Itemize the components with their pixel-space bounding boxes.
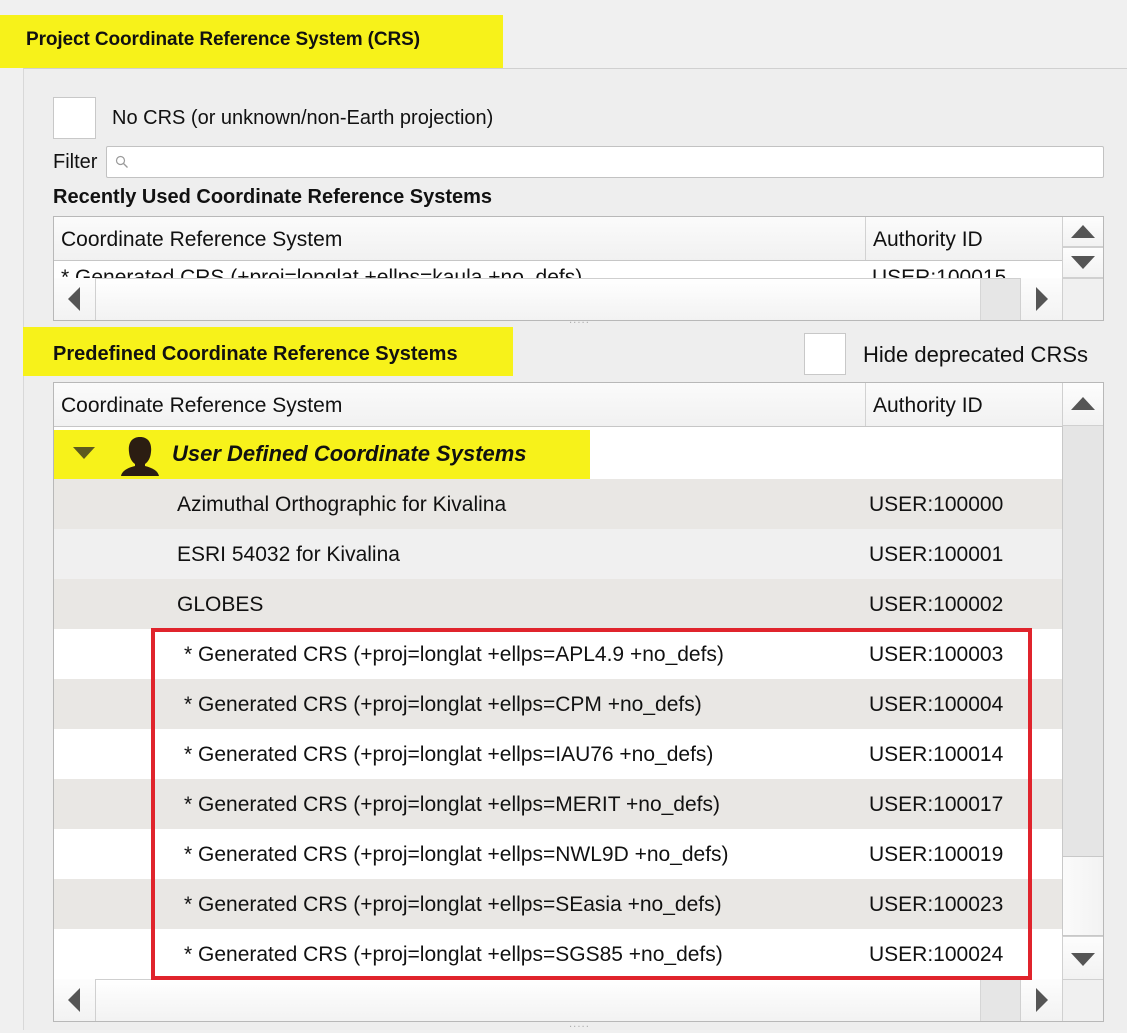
filter-text-field[interactable]	[135, 149, 1099, 177]
group-label: User Defined Coordinate Systems	[172, 441, 527, 466]
scroll-up-button[interactable]	[1062, 217, 1103, 247]
scroll-down-button[interactable]	[1062, 247, 1103, 278]
row-authority-id: USER:100003	[869, 643, 1004, 666]
table-row[interactable]: * Generated CRS (+proj=longlat +ellps=IA…	[54, 729, 1062, 779]
row-authority-id: USER:100014	[869, 743, 1004, 766]
table-row[interactable]: * Generated CRS (+proj=longlat +ellps=SG…	[54, 929, 1062, 979]
row-authority-id: USER:100019	[869, 843, 1004, 866]
predefined-crs-table: Coordinate Reference System Authority ID…	[53, 382, 1104, 1022]
arrow-left-icon	[68, 287, 80, 311]
table-row[interactable]: * Generated CRS (+proj=longlat +ellps=AP…	[54, 629, 1062, 679]
row-crs-name: GLOBES	[177, 593, 264, 616]
hide-deprecated-label: Hide deprecated CRSs	[863, 342, 1089, 367]
row-crs-name: * Generated CRS (+proj=longlat +ellps=SG…	[184, 943, 723, 966]
row-authority-id: USER:100023	[869, 893, 1004, 916]
arrow-right-icon	[1036, 287, 1048, 311]
user-icon	[121, 437, 159, 476]
scrollbar-corner	[1062, 278, 1103, 320]
filter-input[interactable]	[106, 146, 1104, 178]
vertical-scroll-handle[interactable]	[1062, 856, 1103, 936]
row-crs-name: * Generated CRS (+proj=longlat +ellps=CP…	[184, 693, 702, 716]
recent-crs-table: Coordinate Reference System Authority ID…	[53, 216, 1104, 321]
search-icon	[115, 155, 128, 168]
row-authority-id: USER:100000	[869, 493, 1004, 516]
recent-horizontal-scrollbar[interactable]	[54, 278, 1062, 320]
scroll-left-button[interactable]	[54, 278, 96, 320]
row-crs-name: ESRI 54032 for Kivalina	[177, 543, 400, 566]
table-row[interactable]: GLOBES USER:100002	[54, 579, 1062, 629]
recent-crs-heading: Recently Used Coordinate Reference Syste…	[53, 186, 493, 208]
arrow-up-icon	[1071, 225, 1095, 238]
no-crs-checkbox[interactable]	[53, 97, 96, 139]
scroll-up-button[interactable]	[1062, 383, 1103, 426]
column-header-crs[interactable]: Coordinate Reference System	[54, 383, 865, 426]
scroll-track-end	[980, 279, 1021, 320]
scroll-right-button[interactable]	[1020, 278, 1062, 320]
section-title: Project Coordinate Reference System (CRS…	[0, 15, 503, 68]
column-header-crs[interactable]: Coordinate Reference System	[54, 217, 865, 260]
table-row[interactable]: * Generated CRS (+proj=longlat +ellps=CP…	[54, 679, 1062, 729]
row-crs-name: * Generated CRS (+proj=longlat +ellps=SE…	[184, 893, 722, 916]
table-row[interactable]: * Generated CRS (+proj=longlat +ellps=NW…	[54, 829, 1062, 879]
table-row[interactable]: ESRI 54032 for Kivalina USER:100001	[54, 529, 1062, 579]
row-crs-name: * Generated CRS (+proj=longlat +ellps=IA…	[184, 743, 714, 766]
row-authority-id: USER:100024	[869, 943, 1004, 966]
row-authority-id: USER:100004	[869, 693, 1004, 716]
tree-group-user-defined[interactable]: User Defined Coordinate Systems	[54, 428, 1062, 480]
row-authority-id: USER:100017	[869, 793, 1004, 816]
row-authority-id: USER:100002	[869, 593, 1004, 616]
scrollbar-corner	[1062, 979, 1103, 1021]
row-crs-name: * Generated CRS (+proj=longlat +ellps=ME…	[184, 793, 720, 816]
scroll-track-end	[980, 980, 1021, 1021]
splitter-handle[interactable]: ·····	[569, 318, 590, 329]
predefined-crs-heading: Predefined Coordinate Reference Systems	[53, 343, 458, 365]
predefined-horizontal-scrollbar[interactable]	[54, 979, 1062, 1021]
arrow-left-icon	[68, 988, 80, 1012]
column-header-authority-id[interactable]: Authority ID	[865, 217, 1062, 260]
splitter-handle[interactable]: ·····	[569, 1022, 590, 1033]
arrow-down-icon	[1071, 256, 1095, 269]
row-crs-name: * Generated CRS (+proj=longlat +ellps=NW…	[184, 843, 729, 866]
row-crs-name: * Generated CRS (+proj=longlat +ellps=AP…	[184, 643, 724, 666]
scroll-right-button[interactable]	[1020, 979, 1062, 1021]
scroll-left-button[interactable]	[54, 979, 96, 1021]
arrow-down-icon	[1071, 953, 1095, 966]
scroll-down-button[interactable]	[1062, 936, 1103, 980]
arrow-right-icon	[1036, 988, 1048, 1012]
row-authority-id: USER:100001	[869, 543, 1004, 566]
predefined-table-header: Coordinate Reference System Authority ID	[54, 383, 1062, 427]
table-row[interactable]: Azimuthal Orthographic for Kivalina USER…	[54, 479, 1062, 529]
no-crs-label: No CRS (or unknown/non-Earth projection)	[112, 107, 494, 129]
arrow-up-icon	[1071, 397, 1095, 410]
hide-deprecated-checkbox[interactable]	[804, 333, 846, 375]
column-header-authority-id[interactable]: Authority ID	[865, 383, 1062, 426]
table-row[interactable]: * Generated CRS (+proj=longlat +ellps=ME…	[54, 779, 1062, 829]
table-row[interactable]: * Generated CRS (+proj=longlat +ellps=SE…	[54, 879, 1062, 929]
recent-table-header: Coordinate Reference System Authority ID	[54, 217, 1062, 261]
row-crs-name: Azimuthal Orthographic for Kivalina	[177, 493, 507, 516]
expand-arrow-icon[interactable]	[73, 447, 95, 459]
vertical-scroll-track[interactable]	[1062, 426, 1103, 856]
filter-label: Filter	[53, 151, 98, 173]
